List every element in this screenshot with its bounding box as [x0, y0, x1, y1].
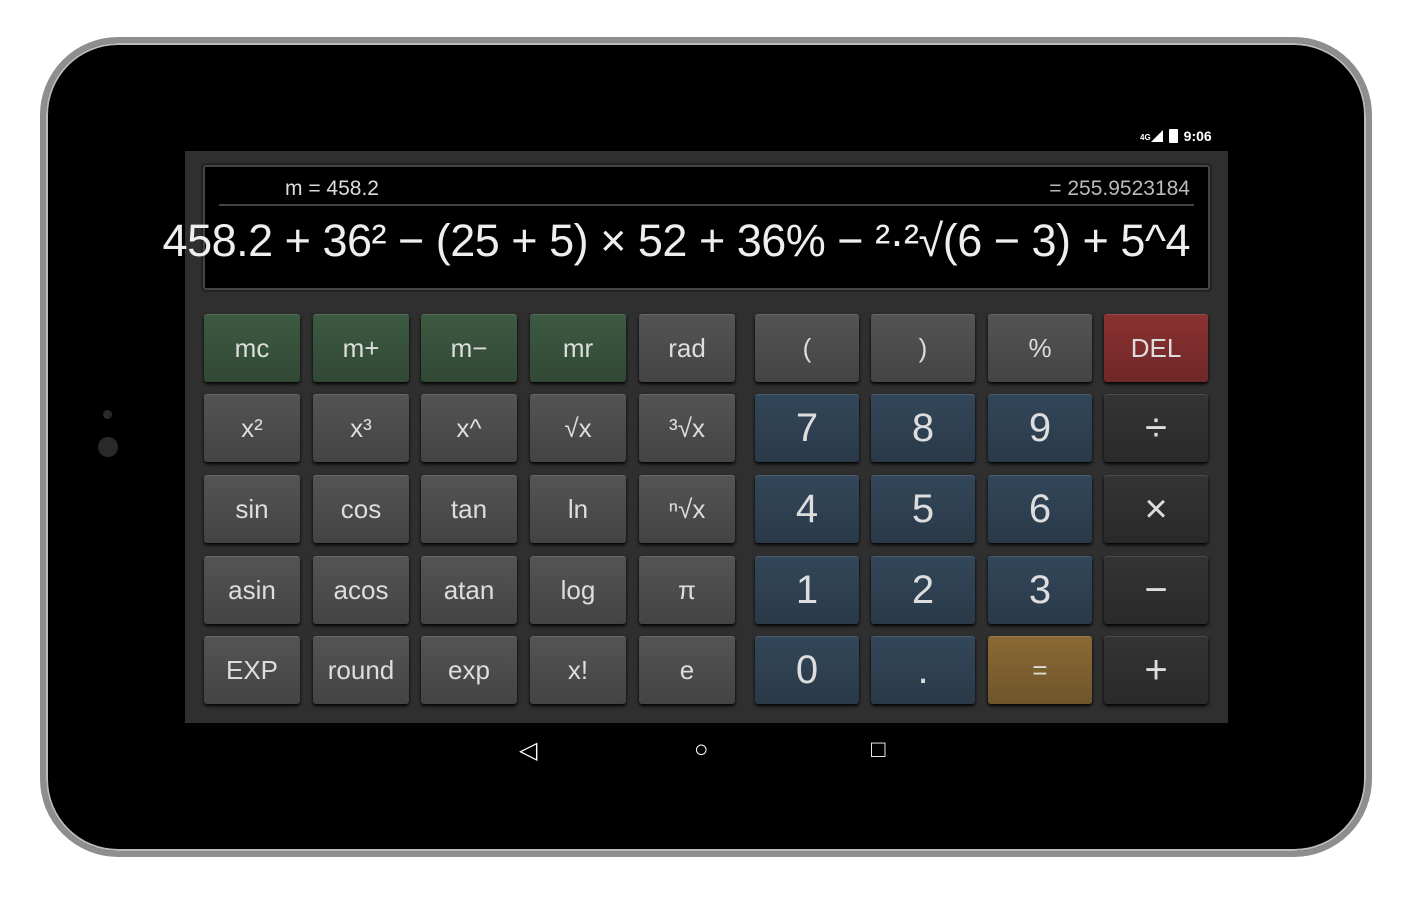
calculator-display: m = 458.2 = 255.9523184 458.2 + 36² − (2…	[163, 165, 1210, 290]
key-button[interactable]: x!	[530, 636, 626, 704]
memory-value: m = 458.2	[285, 177, 379, 200]
key-button[interactable]: 8	[871, 394, 975, 462]
key-button[interactable]: −	[1104, 556, 1208, 624]
key-button[interactable]: 2	[871, 556, 975, 624]
key-button[interactable]: ³√x	[639, 394, 735, 462]
back-icon[interactable]: ◁	[519, 736, 537, 765]
key-button[interactable]: e	[639, 636, 735, 704]
status-bar: 4G 9:06	[1140, 128, 1212, 144]
key-button[interactable]: 9	[988, 394, 1092, 462]
key-button[interactable]: )	[871, 314, 975, 382]
key-button[interactable]: π	[639, 556, 735, 624]
key-button[interactable]: 5	[871, 475, 975, 543]
key-button[interactable]: m+	[313, 314, 409, 382]
recents-icon[interactable]: □	[871, 736, 886, 764]
camera-sensor	[103, 410, 112, 419]
key-button[interactable]: %	[988, 314, 1092, 382]
home-icon[interactable]: ○	[694, 736, 709, 764]
key-button[interactable]: EXP	[204, 636, 300, 704]
key-button[interactable]: rad	[639, 314, 735, 382]
key-button[interactable]: 4	[755, 475, 859, 543]
key-button[interactable]: m−	[421, 314, 517, 382]
key-button[interactable]: 3	[988, 556, 1092, 624]
battery-icon	[1168, 129, 1178, 143]
key-button[interactable]: sin	[204, 475, 300, 543]
key-button[interactable]: atan	[421, 556, 517, 624]
key-button[interactable]: =	[988, 636, 1092, 704]
signal-icon: 4G	[1140, 130, 1163, 142]
key-button[interactable]: log	[530, 556, 626, 624]
key-button[interactable]: +	[1104, 636, 1208, 704]
key-button[interactable]: 0	[755, 636, 859, 704]
result-value: = 255.9523184	[1049, 177, 1190, 200]
key-button[interactable]: asin	[204, 556, 300, 624]
key-button[interactable]: x^	[421, 394, 517, 462]
display-divider	[219, 204, 1194, 206]
key-button[interactable]: ⁿ√x	[639, 475, 735, 543]
clock: 9:06	[1183, 128, 1212, 144]
key-button[interactable]: (	[755, 314, 859, 382]
key-button[interactable]: cos	[313, 475, 409, 543]
key-button[interactable]: √x	[530, 394, 626, 462]
key-button[interactable]: round	[313, 636, 409, 704]
key-button[interactable]: exp	[421, 636, 517, 704]
camera-lens	[98, 437, 118, 457]
key-button[interactable]: x³	[313, 394, 409, 462]
key-button[interactable]: 6	[988, 475, 1092, 543]
key-button[interactable]: acos	[313, 556, 409, 624]
key-button[interactable]: mc	[204, 314, 300, 382]
key-button[interactable]: tan	[421, 475, 517, 543]
key-button[interactable]: .	[871, 636, 975, 704]
key-button[interactable]: DEL	[1104, 314, 1208, 382]
key-button[interactable]: x²	[204, 394, 300, 462]
key-button[interactable]: 7	[755, 394, 859, 462]
key-button[interactable]: ln	[530, 475, 626, 543]
key-button[interactable]: mr	[530, 314, 626, 382]
key-button[interactable]: ÷	[1104, 394, 1208, 462]
key-button[interactable]: ×	[1104, 475, 1208, 543]
key-button[interactable]: 1	[755, 556, 859, 624]
expression-input[interactable]: 458.2 + 36² − (25 + 5) × 52 + 36% − ²·²√…	[163, 215, 1191, 267]
